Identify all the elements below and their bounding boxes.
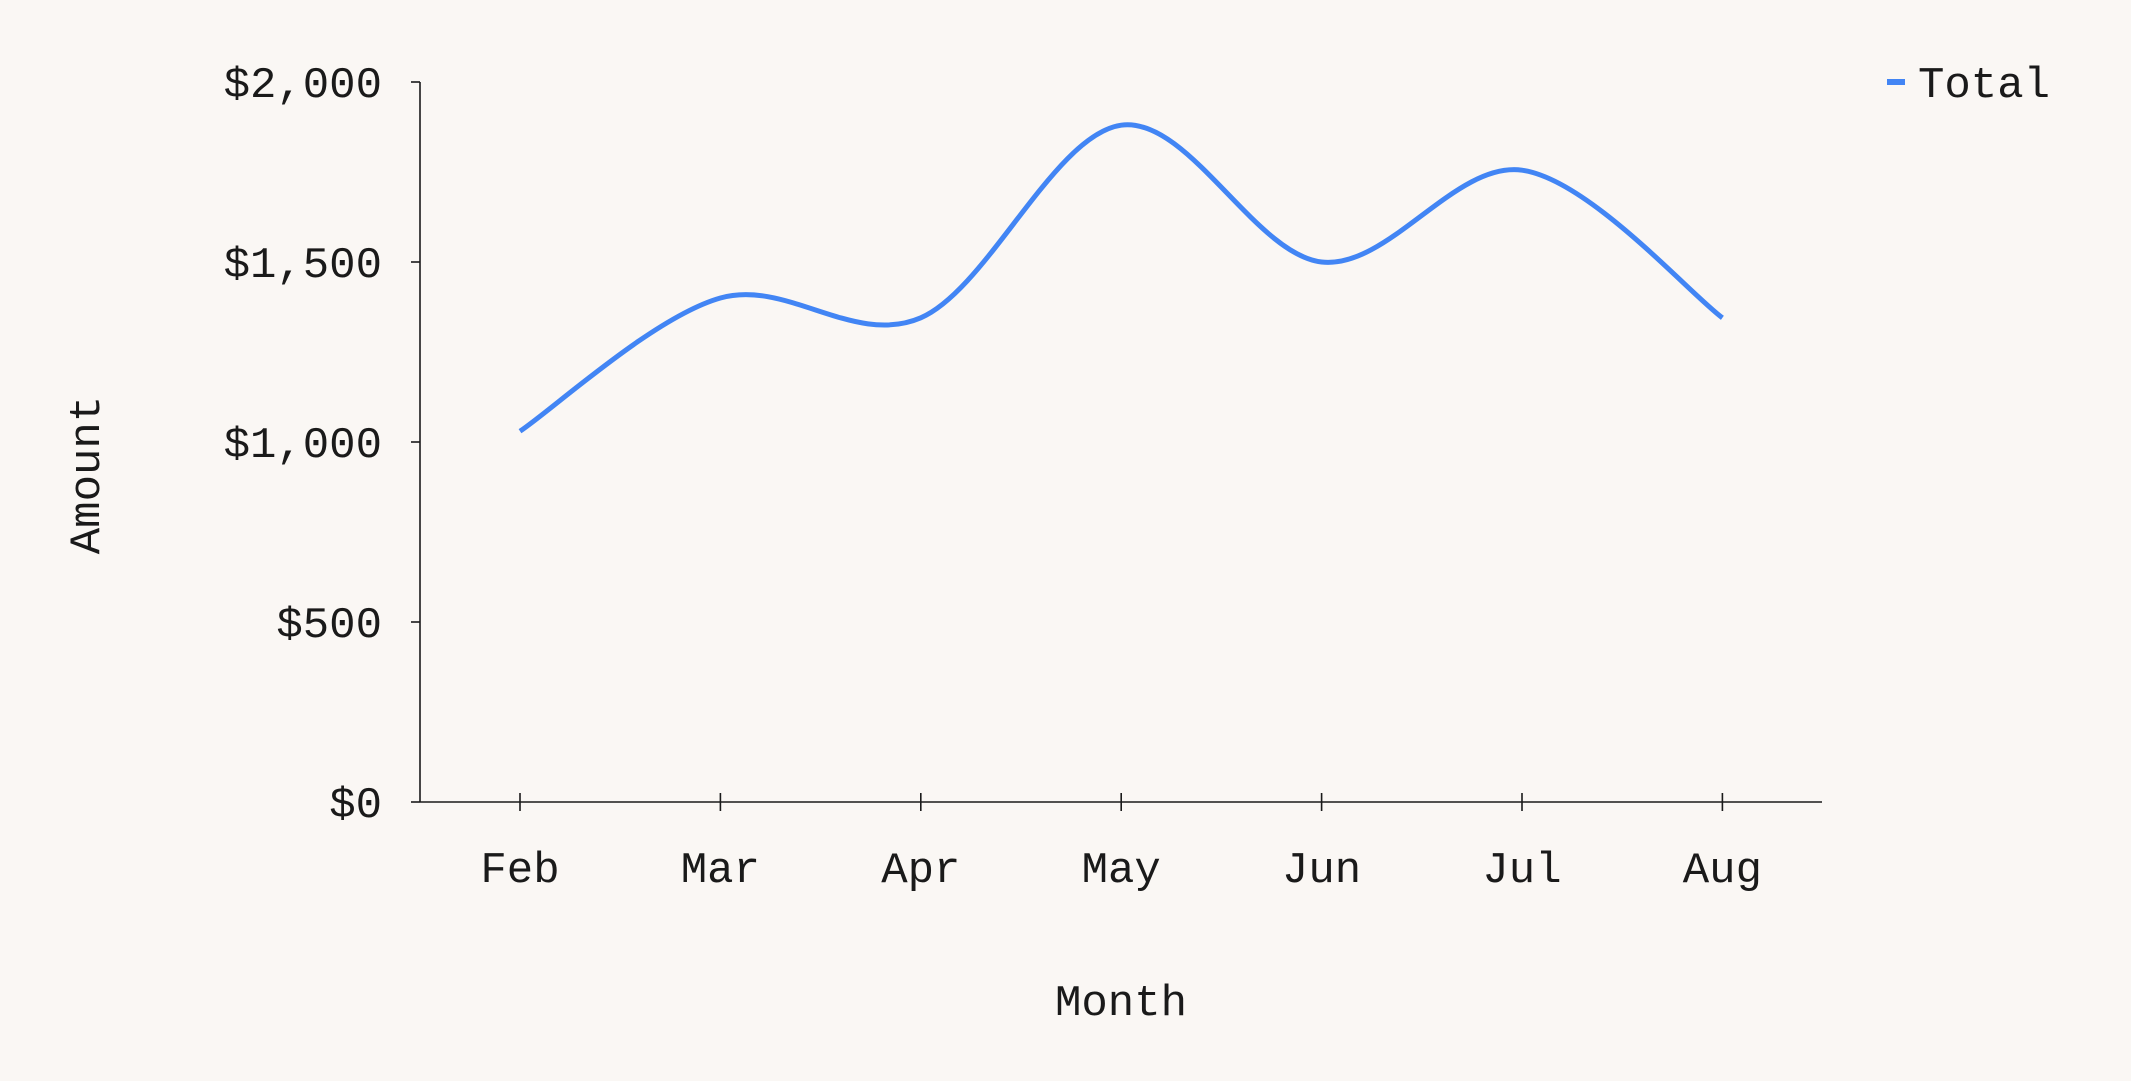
x-axis: Feb Mar Apr May Jun Jul Aug: [420, 793, 1822, 896]
y-tick-label: $1,500: [224, 241, 382, 291]
x-tick-label: Feb: [480, 846, 559, 896]
x-axis-title: Month: [1055, 979, 1187, 1029]
line-chart: $0 $500 $1,000 $1,500 $2,000 Feb Mar Apr May Jun…: [63, 61, 2050, 1029]
y-ticks: $0 $500 $1,000 $1,500 $2,000: [224, 61, 420, 831]
x-tick-label: Aug: [1683, 846, 1762, 896]
y-tick-label: $2,000: [224, 61, 382, 111]
x-tick-label: Jun: [1282, 846, 1361, 896]
legend-label-total: Total: [1918, 61, 2050, 111]
series-layer: [518, 122, 1724, 434]
y-axis-title: Amount: [63, 396, 113, 554]
y-tick-label: $1,000: [224, 421, 382, 471]
x-tick-label: Mar: [681, 846, 760, 896]
series-line-total: [518, 122, 1724, 434]
x-ticks: Feb Mar Apr May Jun Jul Aug: [480, 793, 1762, 896]
legend: Total: [1887, 61, 2050, 111]
y-tick-label: $500: [276, 601, 382, 651]
y-axis: $0 $500 $1,000 $1,500 $2,000: [224, 61, 421, 831]
x-tick-label: May: [1082, 846, 1161, 896]
y-tick-label: $0: [329, 781, 382, 831]
x-tick-label: Jul: [1482, 846, 1561, 896]
x-tick-label: Apr: [881, 846, 960, 896]
